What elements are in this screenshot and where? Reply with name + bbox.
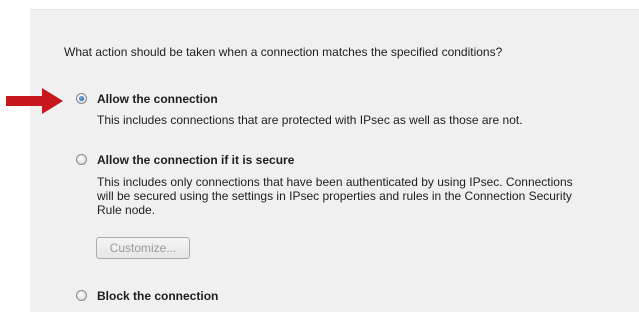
right-arrow-icon [6, 88, 63, 114]
radio-block-connection[interactable] [76, 290, 87, 301]
radio-allow-connection[interactable] [76, 93, 87, 104]
description-line: This includes connections that are prote… [97, 113, 523, 127]
description-line: Rule node. [97, 203, 156, 217]
option-allow-connection-description: This includes connections that are prote… [97, 113, 523, 127]
question-text: What action should be taken when a conne… [64, 45, 503, 59]
description-line: will be secured using the settings in IP… [97, 189, 572, 203]
top-band [0, 0, 639, 9]
option-allow-connection-label[interactable]: Allow the connection [97, 92, 218, 106]
option-allow-if-secure-label[interactable]: Allow the connection if it is secure [97, 153, 294, 167]
description-line: This includes only connections that have… [97, 175, 573, 189]
radio-allow-if-secure[interactable] [76, 154, 87, 165]
option-block-connection-label[interactable]: Block the connection [97, 289, 218, 303]
customize-button[interactable]: Customize... [96, 237, 190, 259]
option-allow-if-secure-description: This includes only connections that have… [97, 175, 573, 217]
